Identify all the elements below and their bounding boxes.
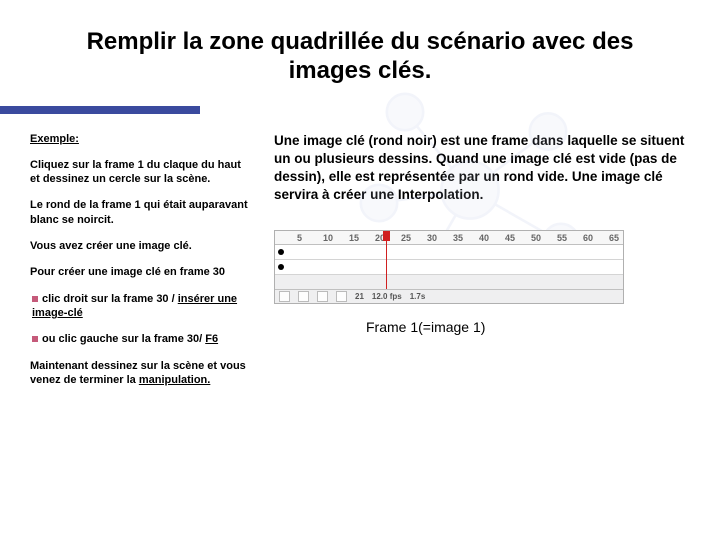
description-text: Une image clé (rond noir) est une frame … (274, 132, 690, 205)
keyframe-dot-icon (278, 249, 284, 255)
keyframe-dot-icon (278, 264, 284, 270)
timeline-footer: 21 12.0 fps 1.7s (275, 289, 623, 303)
onion-markers-icon (336, 291, 347, 302)
playhead-marker-icon (383, 231, 390, 241)
ruler-number: 65 (609, 232, 619, 244)
example-heading: Exemple: (30, 132, 250, 146)
paragraph-5: Maintenant dessinez sur la scène et vous… (30, 359, 250, 388)
edit-multi-frames-icon (317, 291, 328, 302)
current-frame: 21 (355, 292, 364, 303)
paragraph-4: Pour créer une image clé en frame 30 (30, 265, 250, 279)
bullet-2: ou clic gauche sur la frame 30/ F6 (30, 332, 250, 346)
slide-title: Remplir la zone quadrillée du scénario a… (0, 0, 720, 92)
ruler-number: 35 (453, 232, 463, 244)
ruler-number: 40 (479, 232, 489, 244)
bullet-square-icon (32, 296, 38, 302)
ruler-number: 25 (401, 232, 411, 244)
paragraph-3: Vous avez créer une image clé. (30, 239, 250, 253)
ruler-number: 15 (349, 232, 359, 244)
timeline-layer-1 (275, 245, 623, 260)
ruler-number: 10 (323, 232, 333, 244)
onion-outline-icon (298, 291, 309, 302)
timeline-caption: Frame 1(=image 1) (366, 318, 690, 337)
bullet-1: clic droit sur la frame 30 / insérer une… (30, 292, 250, 321)
bullet-square-icon (32, 336, 38, 342)
playhead (386, 231, 387, 291)
ruler-number: 50 (531, 232, 541, 244)
paragraph-1: Cliquez sur la frame 1 du claque du haut… (30, 158, 250, 187)
onion-skin-icon (279, 291, 290, 302)
ruler-number: 30 (427, 232, 437, 244)
ruler-number: 45 (505, 232, 515, 244)
timeline-ruler: 5101520253035404550556065 (275, 231, 623, 245)
timeline-layer-2 (275, 260, 623, 275)
left-column: Exemple: Cliquez sur la frame 1 du claqu… (30, 132, 250, 400)
frame-rate: 12.0 fps (372, 292, 402, 303)
right-column: Une image clé (rond noir) est une frame … (274, 132, 690, 400)
elapsed-time: 1.7s (410, 292, 426, 303)
ruler-number: 55 (557, 232, 567, 244)
timeline-screenshot: 5101520253035404550556065 21 12.0 fps 1.… (274, 230, 624, 304)
ruler-number: 60 (583, 232, 593, 244)
paragraph-2: Le rond de la frame 1 qui était auparava… (30, 198, 250, 227)
ruler-number: 5 (297, 232, 302, 244)
title-underline (0, 106, 200, 114)
